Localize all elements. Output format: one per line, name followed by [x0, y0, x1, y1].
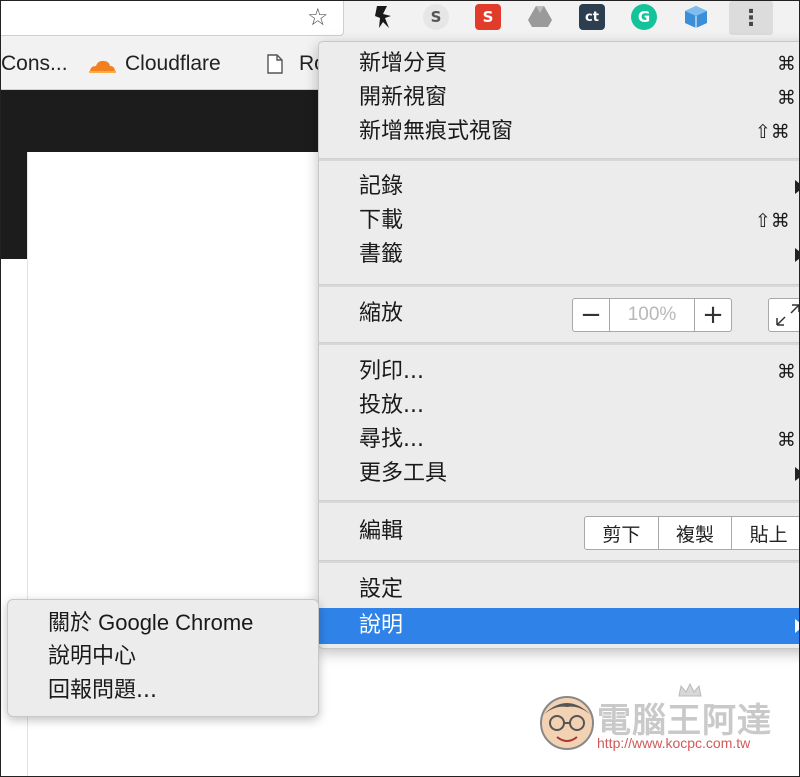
- zoom-in-button[interactable]: +: [695, 299, 731, 331]
- menu-separator: [319, 500, 799, 503]
- submenu-arrow-icon: [795, 248, 799, 262]
- fullscreen-icon: [776, 304, 799, 326]
- page-side-strip: [1, 152, 27, 259]
- submenu-arrow-icon: [795, 467, 799, 481]
- menu-new-window[interactable]: 開新視窗: [359, 83, 447, 113]
- help-submenu: 關於 Google Chrome 說明中心 回報問題...: [7, 599, 319, 717]
- bookmark-star-icon[interactable]: ☆: [307, 3, 329, 31]
- submenu-report-issue[interactable]: 回報問題...: [48, 676, 157, 706]
- menu-downloads[interactable]: 下載: [359, 206, 403, 236]
- cloudflare-icon: [89, 60, 116, 73]
- watermark-mascot-icon: [540, 696, 594, 750]
- s-extension-icon[interactable]: S: [423, 4, 449, 30]
- grammarly-extension-icon[interactable]: G: [631, 4, 657, 30]
- menu-separator: [319, 560, 799, 563]
- menu-bookmarks[interactable]: 書籤: [359, 240, 403, 270]
- menu-edit-label: 編輯: [359, 519, 404, 544]
- menu-history[interactable]: 記錄: [359, 172, 403, 202]
- menu-find[interactable]: 尋找...: [359, 425, 424, 455]
- s-red-extension-icon[interactable]: S: [475, 4, 501, 30]
- shortcut-incognito: ⇧⌘: [755, 121, 790, 143]
- ninja-extension-icon[interactable]: [371, 4, 397, 30]
- cut-button[interactable]: 剪下: [585, 517, 659, 549]
- bookmark-console[interactable]: Cons...: [1, 51, 68, 77]
- bookmark-cloudflare[interactable]: Cloudflare: [125, 51, 221, 77]
- chrome-main-menu: 新增分頁 ⌘ 開新視窗 ⌘ 新增無痕式視窗 ⇧⌘ 記錄 下載 ⇧⌘ 書籤 縮放 …: [318, 41, 799, 649]
- cube-extension-icon[interactable]: [683, 4, 709, 30]
- edit-controls: 剪下 複製 貼上: [584, 516, 799, 550]
- menu-zoom-label: 縮放: [359, 301, 404, 326]
- menu-new-tab[interactable]: 新增分頁: [359, 49, 447, 79]
- shortcut-new-tab: ⌘: [777, 53, 796, 75]
- menu-more-tools[interactable]: 更多工具: [359, 459, 447, 489]
- menu-separator: [319, 158, 799, 161]
- page-icon: [267, 54, 283, 74]
- shortcut-print: ⌘: [777, 361, 796, 383]
- zoom-level: 100%: [609, 299, 695, 331]
- paste-button[interactable]: 貼上: [732, 517, 799, 549]
- shortcut-new-window: ⌘: [777, 87, 796, 109]
- menu-settings[interactable]: 設定: [359, 575, 403, 605]
- menu-print[interactable]: 列印...: [359, 357, 424, 387]
- browser-window: ☆ S S ct G ⋮ Cons... Cloudflare Ro 新增分頁 …: [0, 0, 800, 777]
- zoom-out-button[interactable]: −: [573, 299, 609, 331]
- submenu-arrow-icon: [795, 619, 799, 633]
- ct-extension-icon[interactable]: ct: [579, 4, 605, 30]
- menu-cast[interactable]: 投放...: [359, 391, 424, 421]
- menu-help[interactable]: 說明: [359, 611, 403, 641]
- submenu-help-center[interactable]: 說明中心: [48, 642, 136, 672]
- address-bar[interactable]: [1, 1, 344, 36]
- fullscreen-button[interactable]: [768, 298, 799, 332]
- menu-new-incognito-window[interactable]: 新增無痕式視窗: [359, 117, 513, 147]
- shortcut-find: ⌘: [777, 429, 796, 451]
- zoom-control: − 100% +: [572, 298, 732, 332]
- menu-separator: [319, 342, 799, 345]
- submenu-arrow-icon: [795, 180, 799, 194]
- chrome-menu-button[interactable]: ⋮: [729, 1, 773, 35]
- drive-extension-icon[interactable]: [527, 4, 553, 30]
- menu-separator: [319, 284, 799, 287]
- copy-button[interactable]: 複製: [659, 517, 733, 549]
- shortcut-downloads: ⇧⌘: [755, 210, 790, 232]
- browser-toolbar: ☆ S S ct G ⋮: [1, 1, 799, 42]
- submenu-about-chrome[interactable]: 關於 Google Chrome: [48, 608, 253, 638]
- watermark-url: http://www.kocpc.com.tw: [597, 735, 751, 751]
